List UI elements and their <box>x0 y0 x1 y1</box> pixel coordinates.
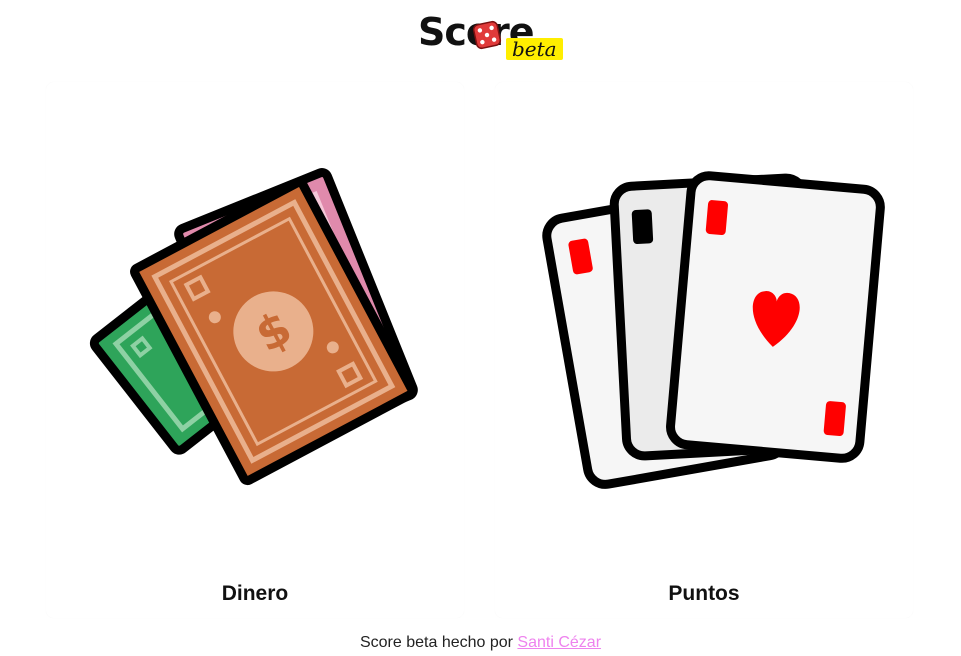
money-bills-icon: $ <box>89 168 418 486</box>
app-page: Score beta <box>0 0 961 656</box>
option-card-dinero[interactable]: $ Dinero <box>46 82 464 618</box>
playing-cards-icon <box>542 171 885 489</box>
author-link[interactable]: Santi Cézar <box>517 634 601 651</box>
option-label-puntos: Puntos <box>668 582 740 605</box>
footer: Score beta hecho por Santi Cézar <box>0 634 961 652</box>
beta-badge: beta <box>506 38 563 60</box>
option-card-puntos[interactable]: Puntos <box>495 82 913 618</box>
option-label-dinero: Dinero <box>221 582 289 605</box>
dice-icon <box>472 20 502 50</box>
logo[interactable]: Score beta <box>418 10 563 62</box>
footer-credit-text: Score beta hecho por <box>359 634 518 651</box>
